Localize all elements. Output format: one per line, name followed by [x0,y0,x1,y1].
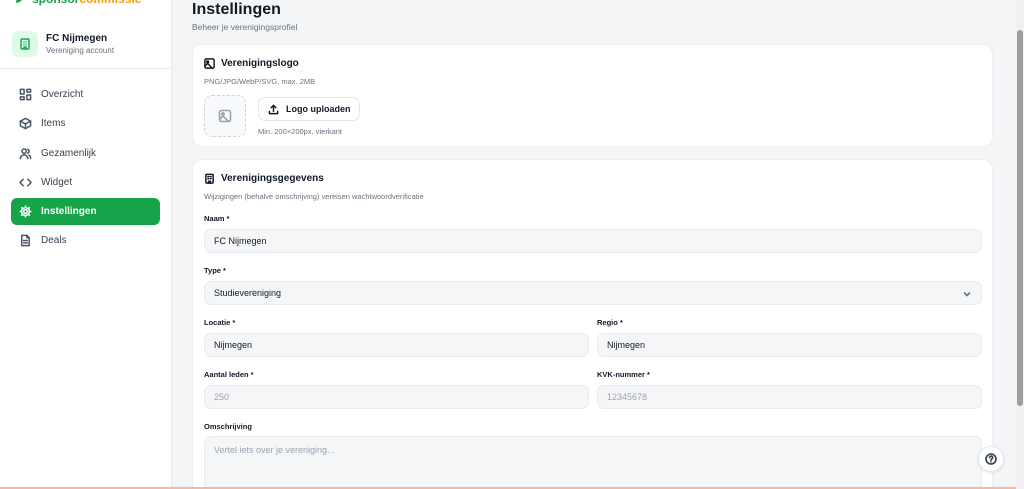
sidebar-item-label: Gezamenlijk [41,147,97,159]
sidebar-item-label: Widget [41,176,73,188]
code-icon [19,178,32,187]
users-icon [19,147,32,159]
account-card[interactable]: FC Nijmegen Vereniging account [0,22,171,69]
account-type: Vereniging account [46,46,115,55]
grid-icon [19,88,32,101]
sidebar-item-items[interactable]: Items [11,110,160,137]
name-field[interactable]: FC Nijmegen [204,229,982,253]
building-icon [12,31,38,57]
sidebar-item-overzicht[interactable]: Overzicht [11,81,160,108]
image-placeholder-icon [218,109,232,123]
logo-upload-button[interactable]: Logo uploaden [258,97,360,121]
kvk-label: KVK-nummer * [597,370,650,379]
brand-logo[interactable]: sponsorcommissie [14,0,141,6]
sidebar-item-label: Deals [41,235,67,247]
type-label: Type * [204,266,226,275]
help-button[interactable] [978,446,1004,472]
description-textarea[interactable]: Vertel iets over je vereniging... [204,436,982,489]
help-icon [985,453,997,465]
upload-hint: Min. 200×200px, vierkant [258,127,343,136]
account-name: FC Nijmegen [46,33,108,44]
location-field[interactable]: Nijmegen [204,333,589,357]
scrollbar[interactable] [1016,0,1024,489]
sidebar-item-label: Instellingen [41,206,97,218]
logo-formats: PNG/JPG/WebP/SVG, max. 2MB [204,77,316,86]
building-icon [205,173,214,184]
sidebar-nav: Overzicht Items Gezamenlijk Widget Inste… [11,81,160,257]
type-select-value: Studievereniging [214,288,282,298]
gear-icon [19,205,32,218]
sidebar-item-instellingen[interactable]: Instellingen [11,198,160,226]
page-title: Instellingen [192,1,281,18]
main-content: Instellingen Beheer je verenigingsprofie… [172,0,1016,489]
type-select[interactable]: Studievereniging [204,281,982,305]
details-card: Verenigingsgegevens Wijzigingen (behalve… [192,159,993,489]
location-label: Locatie * [204,318,236,327]
sidebar-item-label: Items [41,118,66,130]
logo-placeholder[interactable] [204,95,246,137]
description-label: Omschrijving [204,422,252,431]
sidebar: sponsorcommissie FC Nijmegen Vereniging … [0,0,172,489]
chevron-down-icon [963,290,971,298]
document-icon [21,235,30,247]
region-field[interactable]: Nijmegen [597,333,982,357]
region-label: Regio * [597,318,623,327]
logo-card: Verenigingslogo PNG/JPG/WebP/SVG, max. 2… [192,44,993,147]
page-subtitle: Beheer je verenigingsprofiel [192,22,298,32]
logo-card-title: Verenigingslogo [204,58,299,69]
sidebar-item-deals[interactable]: Deals [11,227,160,254]
box-icon [19,117,32,130]
image-icon [204,58,215,69]
brand-name: sponsorcommissie [32,0,141,6]
scrollbar-thumb[interactable] [1017,30,1023,406]
sidebar-item-label: Overzicht [41,89,84,100]
members-field[interactable]: 250 [204,385,589,409]
members-label: Aantal leden * [204,370,254,379]
sidebar-item-widget[interactable]: Widget [11,169,160,196]
sidebar-item-gezamenlijk[interactable]: Gezamenlijk [11,140,160,167]
leaf-icon [16,0,22,3]
upload-icon [268,104,279,114]
details-card-title: Verenigingsgegevens [204,173,324,184]
kvk-field[interactable]: 12345678 [597,385,982,409]
details-description: Wijzigingen (behalve omschrijving) verei… [204,192,424,201]
name-label: Naam * [204,214,230,223]
